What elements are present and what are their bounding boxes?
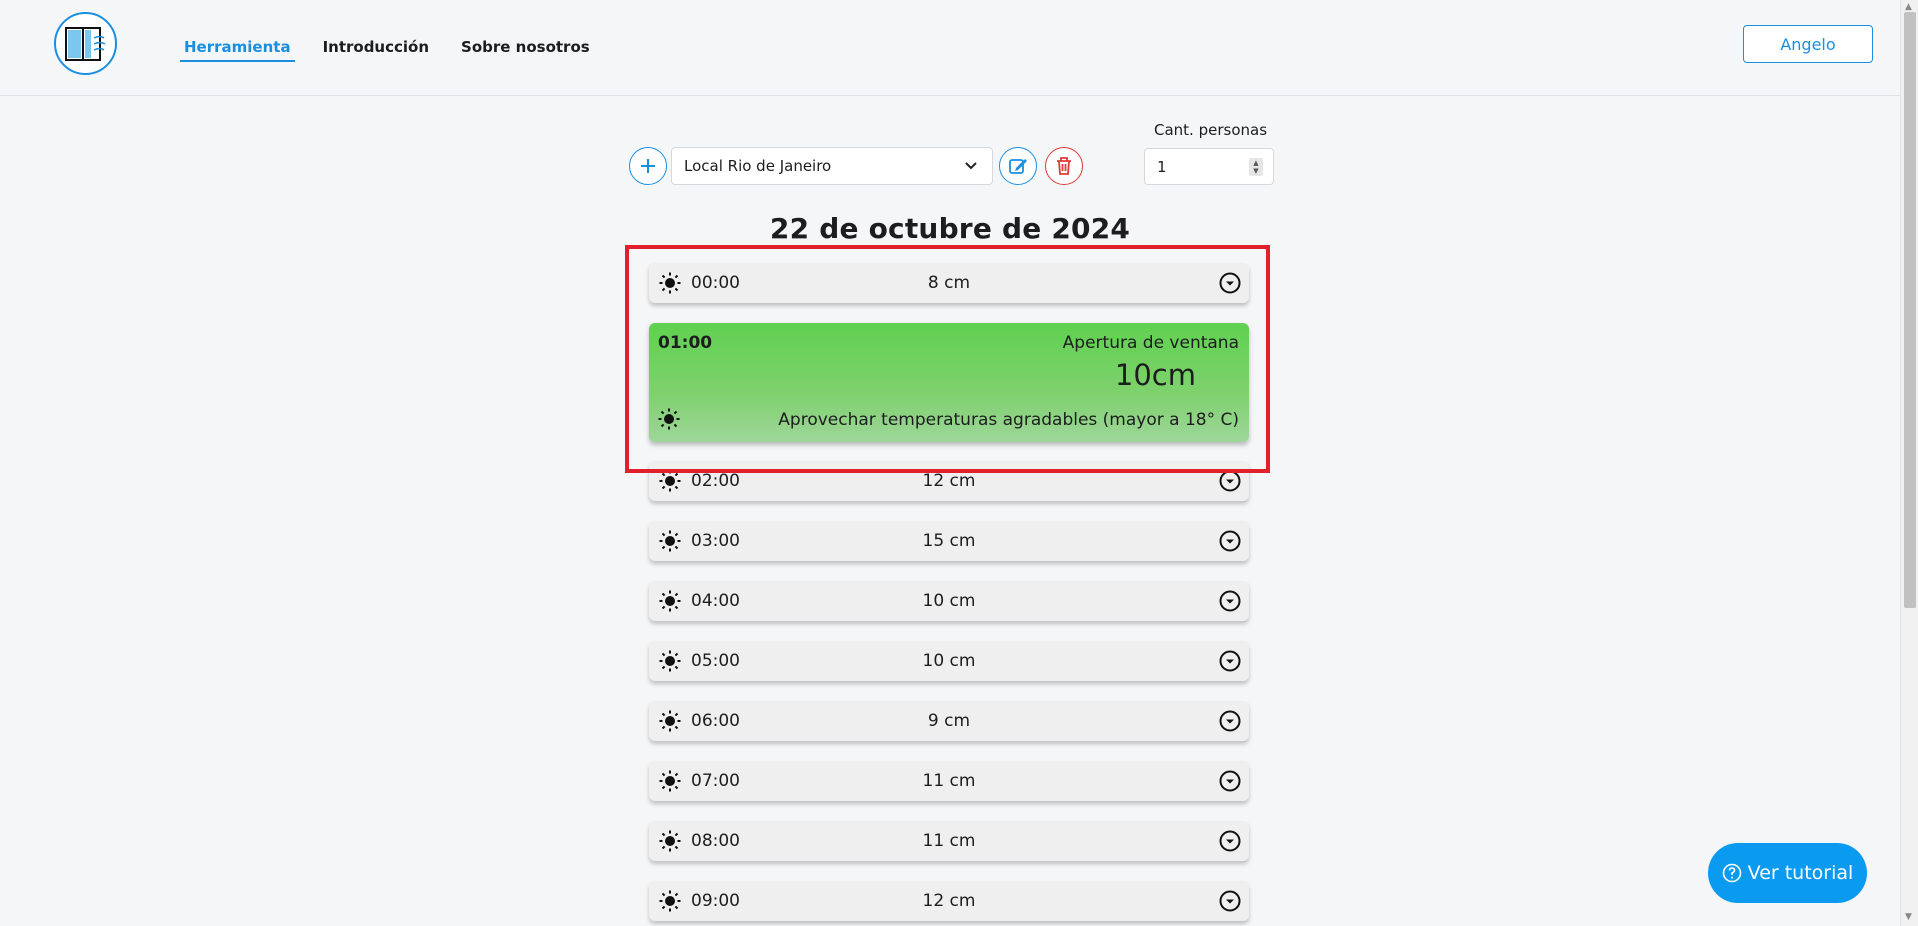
delete-location-button[interactable] — [1045, 147, 1083, 185]
window-opening-value: 12 cm — [922, 891, 976, 911]
chevron-down-icon[interactable] — [1219, 590, 1241, 616]
nav-introduccion[interactable]: Introducción — [319, 36, 433, 62]
page-scrollbar[interactable]: ▲ ▼ — [1900, 0, 1918, 926]
scroll-down-arrow-icon[interactable]: ▼ — [1905, 912, 1912, 922]
nav-sobre-nosotros[interactable]: Sobre nosotros — [457, 36, 594, 62]
tutorial-button[interactable]: Ver tutorial — [1708, 843, 1867, 903]
window-opening-value: 10 cm — [922, 591, 976, 611]
scroll-thumb[interactable] — [1904, 12, 1916, 608]
hour-row[interactable]: 04:00 10 cm — [649, 581, 1249, 621]
location-select-value: Local Rio de Janeiro — [684, 157, 832, 175]
hour-row[interactable]: 06:00 9 cm — [649, 701, 1249, 741]
nav-herramienta[interactable]: Herramienta — [180, 36, 295, 62]
top-header: Herramienta Introducción Sobre nosotros … — [0, 0, 1900, 96]
plus-icon — [641, 159, 655, 173]
hour-row[interactable]: 03:00 15 cm — [649, 521, 1249, 561]
chevron-down-icon[interactable] — [1219, 530, 1241, 556]
app-logo[interactable] — [54, 12, 117, 75]
window-opening-value: 15 cm — [922, 531, 976, 551]
chevron-down-icon[interactable] — [1219, 830, 1241, 856]
window-opening-value: 12 cm — [922, 471, 976, 491]
hour-row[interactable]: 08:00 11 cm — [649, 821, 1249, 861]
edit-icon — [1009, 159, 1027, 174]
window-opening-value: 11 cm — [922, 771, 976, 791]
chevron-down-icon[interactable] — [1219, 710, 1241, 736]
stepper-down-icon[interactable]: ▼ — [1253, 167, 1258, 175]
chevron-down-icon[interactable] — [1219, 470, 1241, 496]
tutorial-label: Ver tutorial — [1747, 862, 1854, 884]
help-circle-icon — [1722, 863, 1741, 883]
hour-row[interactable]: 05:00 10 cm — [649, 641, 1249, 681]
chevron-down-icon — [965, 162, 977, 170]
hour-row[interactable]: 07:00 11 cm — [649, 761, 1249, 801]
window-fan-logo-icon — [64, 26, 105, 61]
hour-row[interactable]: 09:00 12 cm — [649, 881, 1249, 921]
persons-input-value: 1 — [1157, 157, 1167, 176]
window-opening-value: 10 cm — [922, 651, 976, 671]
user-button[interactable]: Angelo — [1743, 25, 1873, 63]
location-select[interactable]: Local Rio de Janeiro — [671, 147, 993, 185]
date-title: 22 de octubre de 2024 — [769, 212, 1131, 245]
trash-icon — [1057, 157, 1071, 175]
persons-label: Cant. personas — [1154, 121, 1268, 139]
scroll-up-arrow-icon[interactable]: ▲ — [1905, 2, 1912, 12]
main-nav: Herramienta Introducción Sobre nosotros — [180, 36, 594, 62]
persons-stepper[interactable]: ▲ ▼ — [1249, 157, 1263, 176]
chevron-down-icon[interactable] — [1219, 890, 1241, 916]
stepper-up-icon[interactable]: ▲ — [1253, 159, 1258, 167]
highlight-box — [625, 245, 1270, 473]
window-opening-value: 9 cm — [927, 711, 971, 731]
add-location-button[interactable] — [629, 147, 667, 185]
window-opening-value: 11 cm — [922, 831, 976, 851]
persons-input[interactable]: 1 ▲ ▼ — [1144, 148, 1274, 185]
chevron-down-icon[interactable] — [1219, 650, 1241, 676]
chevron-down-icon[interactable] — [1219, 770, 1241, 796]
edit-location-button[interactable] — [999, 147, 1037, 185]
